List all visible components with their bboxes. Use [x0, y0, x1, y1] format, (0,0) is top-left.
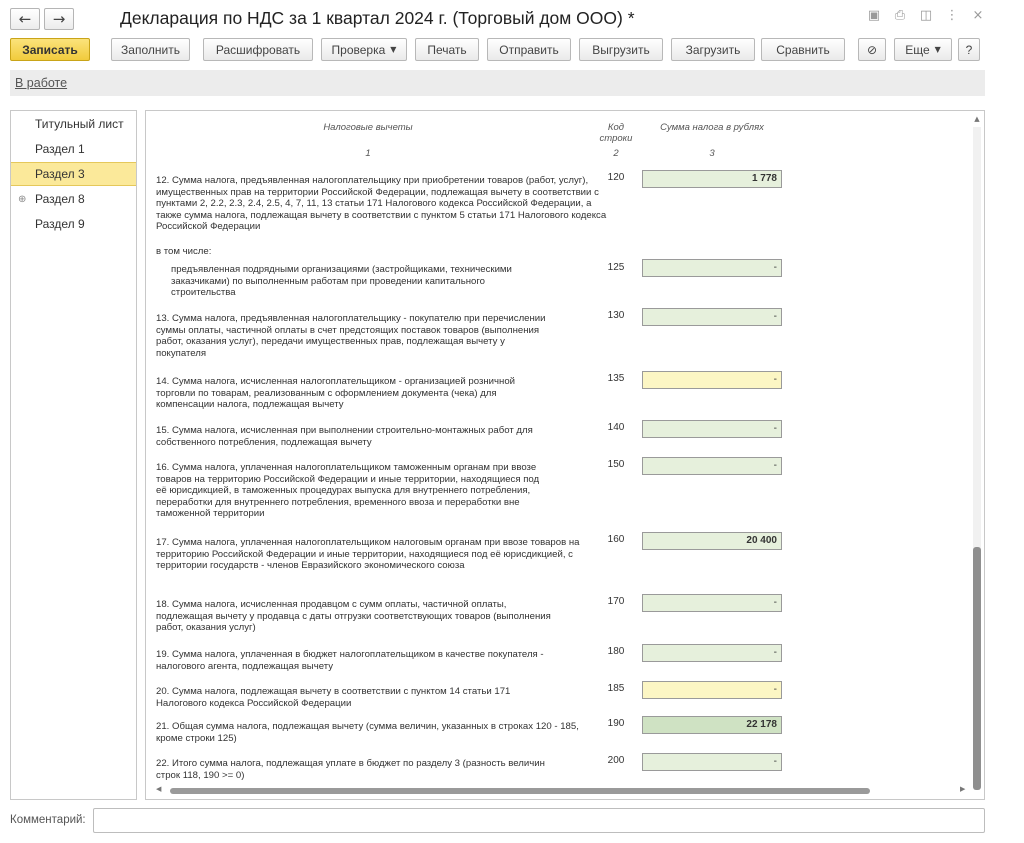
- attach-button[interactable]: ⊘: [858, 38, 886, 61]
- row-170-label: 18. Сумма налога, исчисленная продавцом …: [156, 599, 551, 634]
- back-button[interactable]: ←: [10, 8, 40, 30]
- row-130-label: 13. Сумма налога, предъявленная налогопл…: [156, 313, 546, 359]
- fill-button[interactable]: Заполнить: [111, 38, 190, 61]
- row-170-value[interactable]: -: [642, 594, 782, 612]
- declaration-form: Налоговые вычеты 1 Код строки 2 Сумма на…: [145, 110, 985, 800]
- header-col1-num: 1: [365, 148, 371, 159]
- preview-icon[interactable]: ◫: [918, 8, 934, 23]
- row-160-code: 160: [607, 534, 625, 545]
- more-vert-icon[interactable]: ⋮: [944, 8, 960, 23]
- import-button[interactable]: Загрузить: [671, 38, 755, 61]
- header-deductions: Налоговые вычеты: [323, 122, 413, 133]
- scroll-thumb[interactable]: [973, 547, 981, 790]
- status-strip: В работе: [10, 70, 985, 96]
- row-125-label: предъявленная подрядными организациями (…: [171, 264, 512, 299]
- row-135-label: 14. Сумма налога, исчисленная налогоплат…: [156, 376, 516, 411]
- chevron-down-icon: ▼: [390, 45, 397, 54]
- window-icons: ▣ ⎙ ◫ ⋮ ×: [866, 8, 986, 23]
- sidebar-item-section-3[interactable]: Раздел 3: [11, 162, 136, 186]
- scroll-right-icon[interactable]: ▶: [960, 785, 965, 793]
- row-150-code: 150: [607, 459, 625, 470]
- row-140-value[interactable]: -: [642, 420, 782, 438]
- row-190-code: 190: [607, 718, 625, 729]
- scroll-up-icon[interactable]: ▲: [972, 115, 982, 123]
- export-button[interactable]: Выгрузить: [579, 38, 663, 61]
- row-180-label: 19. Сумма налога, уплаченная в бюджет на…: [156, 649, 544, 672]
- row-125-value[interactable]: -: [642, 259, 782, 277]
- help-button[interactable]: ?: [958, 38, 980, 61]
- save-button[interactable]: Записать: [10, 38, 90, 61]
- expand-icon[interactable]: ⊕: [18, 194, 26, 205]
- decode-button[interactable]: Расшифровать: [203, 38, 313, 61]
- row-185-code: 185: [607, 683, 625, 694]
- row-125-code: 125: [607, 262, 625, 273]
- row-185-label: 20. Сумма налога, подлежащая вычету в со…: [156, 686, 511, 709]
- comment-label: Комментарий:: [10, 814, 86, 826]
- print-icon[interactable]: ⎙: [892, 8, 908, 23]
- horizontal-scrollbar[interactable]: ◀ ▶: [152, 785, 974, 796]
- row-180-code: 180: [607, 646, 625, 657]
- window-title: Декларация по НДС за 1 квартал 2024 г. (…: [120, 8, 635, 28]
- sub-caption: в том числе:: [156, 246, 212, 257]
- status-link[interactable]: В работе: [15, 76, 67, 90]
- row-150-value[interactable]: -: [642, 457, 782, 475]
- attachment-icon: ⊘: [866, 42, 878, 57]
- row-190-label: 21. Общая сумма налога, подлежащая вычет…: [156, 721, 579, 744]
- form-content: Налоговые вычеты 1 Код строки 2 Сумма на…: [148, 113, 970, 783]
- row-120-label: 12. Сумма налога, предъявленная налогопл…: [156, 175, 607, 233]
- row-160-value[interactable]: 20 400: [642, 532, 782, 550]
- sections-sidebar: Титульный лист Раздел 1 Раздел 3 ⊕ Раздел…: [10, 110, 137, 800]
- sidebar-item-section-1[interactable]: Раздел 1: [11, 137, 136, 161]
- row-180-value[interactable]: -: [642, 644, 782, 662]
- row-140-code: 140: [607, 422, 625, 433]
- row-170-code: 170: [607, 596, 625, 607]
- arrow-right-icon: →: [52, 10, 66, 28]
- compare-button[interactable]: Сравнить: [761, 38, 845, 61]
- more-button[interactable]: Еще ▼: [894, 38, 952, 61]
- row-160-label: 17. Сумма налога, уплаченная налогоплате…: [156, 537, 580, 572]
- row-140-label: 15. Сумма налога, исчисленная при выполн…: [156, 425, 533, 448]
- row-120-code: 120: [607, 172, 625, 183]
- row-185-value[interactable]: -: [642, 681, 782, 699]
- row-190-value[interactable]: 22 178: [642, 716, 782, 734]
- send-button[interactable]: Отправить: [487, 38, 571, 61]
- row-200-code: 200: [607, 755, 625, 766]
- header-line-code: Код строки: [599, 122, 633, 144]
- vertical-scrollbar[interactable]: ▲: [972, 113, 982, 790]
- header-col2-num: 2: [613, 148, 619, 159]
- hscroll-thumb[interactable]: [170, 788, 870, 794]
- close-icon[interactable]: ×: [970, 8, 986, 23]
- row-200-value[interactable]: -: [642, 753, 782, 771]
- sidebar-item-title-page[interactable]: Титульный лист: [11, 112, 136, 136]
- chevron-down-icon: ▼: [934, 45, 941, 54]
- header-tax-amount: Сумма налога в рублях: [660, 122, 764, 133]
- header-col3-num: 3: [709, 148, 715, 159]
- print-button[interactable]: Печать: [415, 38, 479, 61]
- sidebar-item-section-8[interactable]: ⊕ Раздел 8: [11, 187, 136, 211]
- check-button[interactable]: Проверка ▼: [321, 38, 407, 61]
- row-135-code: 135: [607, 373, 625, 384]
- sidebar-item-section-9[interactable]: Раздел 9: [11, 212, 136, 236]
- row-200-label: 22. Итого сумма налога, подлежащая уплат…: [156, 758, 545, 781]
- scroll-left-icon[interactable]: ◀: [156, 785, 161, 793]
- forward-button[interactable]: →: [44, 8, 74, 30]
- row-150-label: 16. Сумма налога, уплаченная налогоплате…: [156, 462, 540, 520]
- arrow-left-icon: ←: [18, 10, 32, 28]
- comment-input[interactable]: [93, 808, 985, 833]
- row-130-code: 130: [607, 310, 625, 321]
- row-130-value[interactable]: -: [642, 308, 782, 326]
- row-120-value[interactable]: 1 778: [642, 170, 782, 188]
- toolbar: Записать Заполнить Расшифровать Проверка…: [10, 38, 990, 62]
- row-135-value[interactable]: -: [642, 371, 782, 389]
- save-icon[interactable]: ▣: [866, 8, 882, 23]
